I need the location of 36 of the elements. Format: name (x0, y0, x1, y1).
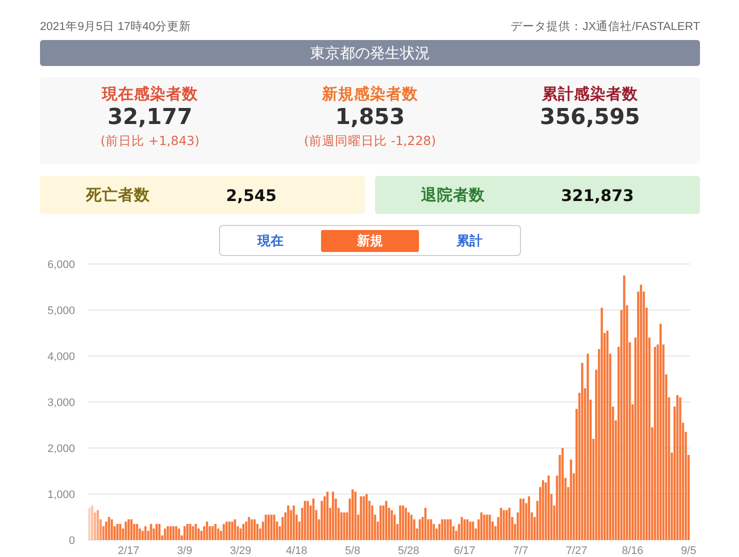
tab[interactable]: 新規 (321, 230, 419, 252)
stat-change: (前日比 +1,843) (100, 132, 200, 149)
axis-label: 5/28 (398, 545, 420, 557)
axis-label: 0 (68, 535, 75, 547)
axis-label: 3,000 (47, 397, 75, 409)
axis-label: 5/8 (344, 545, 360, 557)
stat-label: 新規感染者数 (322, 84, 418, 104)
axis-label: 7/7 (512, 545, 528, 557)
stat-label: 現在感染者数 (102, 84, 198, 104)
summary-value: 321,873 (561, 186, 634, 204)
axis-label: 4,000 (47, 351, 75, 363)
data-source: データ提供：JX通信社/FASTALERT (510, 20, 700, 35)
summary-value: 2,545 (226, 186, 277, 204)
axis-label: 4/18 (286, 545, 308, 557)
axis-label: 9/5 (680, 545, 696, 557)
axis-label: 6,000 (47, 259, 75, 271)
axis-label: 5,000 (47, 305, 75, 317)
tab[interactable]: 累計 (420, 230, 518, 252)
axis-label: 2,000 (47, 443, 75, 455)
axis-label: 7/27 (566, 545, 588, 557)
stat-label: 累計感染者数 (542, 84, 638, 104)
stat-value: 1,853 (335, 104, 405, 132)
axis-label: 3/9 (176, 545, 192, 557)
stat-change: (前週同曜日比 -1,228) (304, 132, 436, 149)
axis-label: 3/29 (230, 545, 252, 557)
stat-value: 32,177 (108, 104, 192, 132)
stat-value: 356,595 (540, 104, 640, 132)
axis-label: 6/17 (454, 545, 476, 557)
summary-label: 死亡者数 (86, 184, 151, 206)
summary-label: 退院者数 (421, 184, 486, 206)
axis-label: 8/16 (622, 545, 644, 557)
axis-label: 2/17 (118, 545, 140, 557)
update-time: 2021年9月5日 17時40分更新 (40, 19, 192, 35)
section-title: 東京都の発生状況 (40, 40, 700, 66)
tab[interactable]: 現在 (222, 230, 320, 252)
axis-label: 1,000 (47, 489, 75, 501)
